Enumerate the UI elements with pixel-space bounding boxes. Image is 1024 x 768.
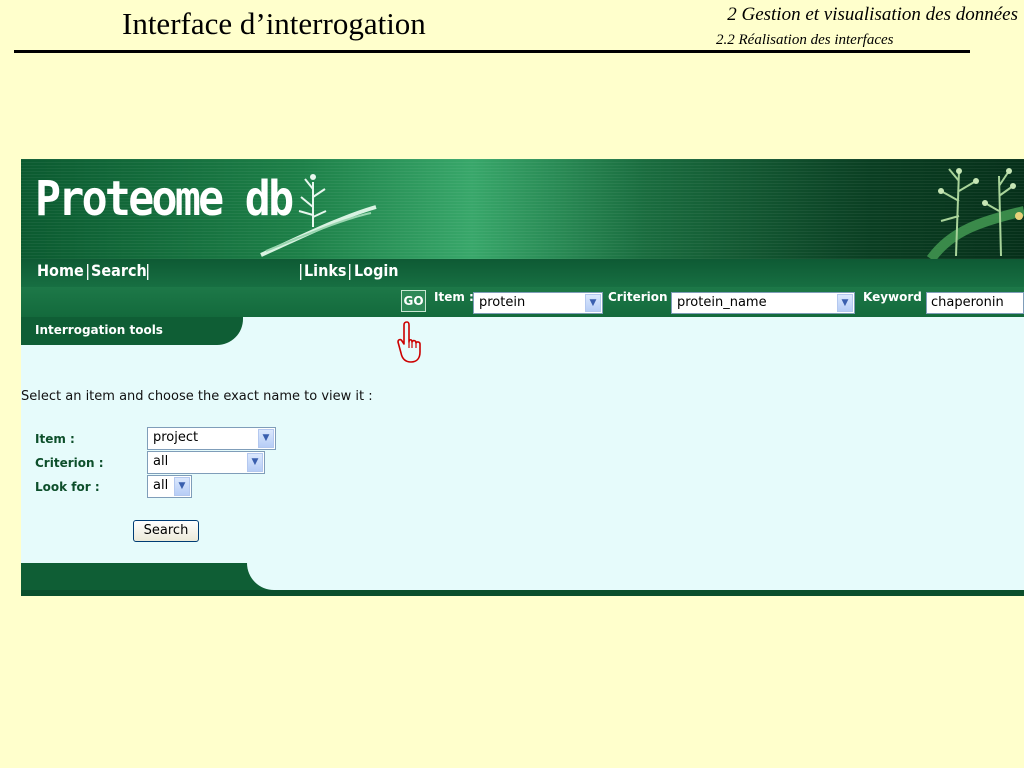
- form-item-select[interactable]: project ▼: [147, 427, 276, 450]
- criterion-select[interactable]: protein_name ▼: [671, 292, 855, 314]
- chevron-down-icon[interactable]: ▼: [258, 429, 274, 448]
- form-lookfor-select[interactable]: all ▼: [147, 475, 192, 498]
- form-lookfor-value: all: [153, 478, 169, 493]
- slide-section: 2 Gestion et visualisation des données: [727, 4, 1018, 25]
- chevron-down-icon[interactable]: ▼: [585, 294, 601, 312]
- swoosh-plant-icon: [260, 174, 377, 257]
- nav-links[interactable]: Links: [304, 261, 347, 280]
- item-select-value: protein: [479, 295, 526, 310]
- nav-search[interactable]: Search: [91, 261, 147, 280]
- tools-title: Interrogation tools: [35, 323, 163, 337]
- form-criterion-select[interactable]: all ▼: [147, 451, 265, 474]
- plant-icon: [926, 168, 1024, 259]
- proteome-db-screenshot: Proteome db Home | Search | | Links | Lo…: [21, 159, 1024, 596]
- item-label: Item :: [434, 290, 474, 304]
- nav-bar: [21, 259, 1024, 287]
- chevron-down-icon[interactable]: ▼: [174, 477, 190, 496]
- nav-separator: |: [85, 261, 91, 280]
- form-criterion-value: all: [153, 454, 169, 469]
- chevron-down-icon[interactable]: ▼: [247, 453, 263, 472]
- form-criterion-label: Criterion :: [35, 456, 104, 470]
- chevron-down-icon[interactable]: ▼: [837, 294, 853, 312]
- nav-separator: |: [298, 261, 304, 280]
- criterion-select-value: protein_name: [677, 295, 767, 310]
- title-rule: [14, 50, 970, 53]
- slide-subsection: 2.2 Réalisation des interfaces: [716, 32, 894, 48]
- criterion-label: Criterion :: [608, 290, 677, 304]
- form-lookfor-label: Look for :: [35, 480, 100, 494]
- search-button[interactable]: Search: [133, 520, 199, 542]
- go-button[interactable]: GO: [401, 290, 426, 312]
- nav-separator: |: [347, 261, 353, 280]
- nav-separator: |: [145, 261, 151, 280]
- nav-home[interactable]: Home: [37, 261, 84, 280]
- banner: Proteome db: [21, 159, 1024, 259]
- form-item-value: project: [153, 430, 199, 445]
- keyword-label: Keyword :: [863, 290, 931, 304]
- nav-login[interactable]: Login: [354, 261, 399, 280]
- instructions: Select an item and choose the exact name…: [21, 389, 373, 404]
- slide-title: Interface d’interrogation: [122, 6, 426, 41]
- keyword-input[interactable]: chaperonin: [926, 292, 1024, 314]
- pointing-hand-icon: [397, 321, 421, 363]
- item-select[interactable]: protein ▼: [473, 292, 603, 314]
- form-item-label: Item :: [35, 432, 75, 446]
